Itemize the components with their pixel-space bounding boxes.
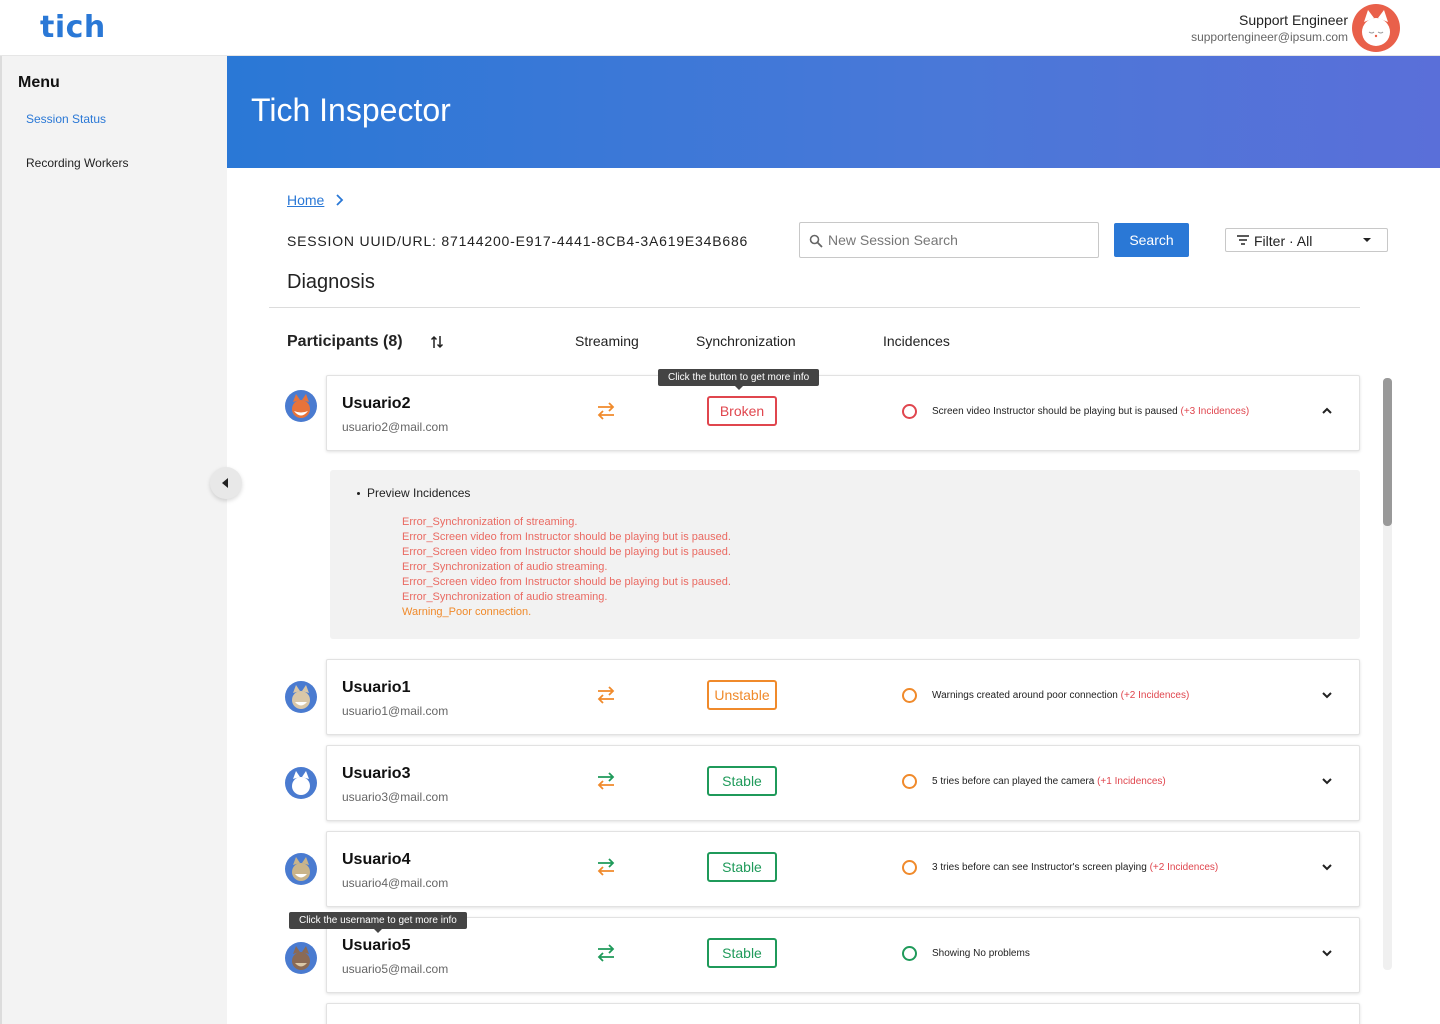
divider — [269, 307, 1360, 308]
streaming-header: Streaming — [575, 333, 639, 349]
sync-status-badge[interactable]: Stable — [707, 852, 777, 882]
sidebar-item-recording-workers[interactable]: Recording Workers — [26, 156, 128, 170]
participant-row: Usuario2 usuario2@mail.com Broken Screen… — [326, 375, 1360, 451]
session-search-field[interactable] — [799, 222, 1099, 258]
incidence-summary: Warnings created around poor connection … — [932, 690, 1190, 701]
sync-status-badge[interactable]: Stable — [707, 766, 777, 796]
user-email: supportengineer@ipsum.com — [1191, 30, 1348, 44]
scrollbar-thumb[interactable] — [1383, 378, 1392, 526]
participant-row: Usuario1 usuario1@mail.com Unstable Warn… — [326, 659, 1360, 735]
cat-avatar-icon — [292, 685, 310, 709]
list-item: Error_Synchronization of streaming. — [402, 516, 578, 528]
page-title: Tich Inspector — [251, 92, 451, 128]
participant-email: usuario2@mail.com — [342, 420, 449, 434]
chevron-up-icon[interactable] — [1321, 405, 1333, 417]
participant-name[interactable]: Usuario1 — [342, 679, 410, 697]
participant-row: Usuario5 usuario5@mail.com Stable Showin… — [326, 917, 1360, 993]
collapse-sidebar-button[interactable] — [210, 467, 242, 499]
cat-avatar-icon — [292, 857, 310, 881]
incidence-summary: Showing No problems — [932, 948, 1030, 959]
chevron-down-icon[interactable] — [1321, 689, 1333, 701]
scrollbar[interactable] — [1383, 378, 1392, 970]
participant-email: usuario3@mail.com — [342, 790, 449, 804]
session-search-input[interactable] — [828, 223, 1088, 257]
sync-status-badge[interactable]: Broken — [707, 396, 777, 426]
top-bar: tich Support Engineer supportengineer@ip… — [0, 0, 1440, 56]
participant-row — [326, 1003, 1360, 1024]
sidebar: Menu Session Status Recording Workers — [0, 56, 227, 1024]
incidence-summary: Screen video Instructor should be playin… — [932, 406, 1250, 417]
sync-status-badge[interactable]: Stable — [707, 938, 777, 968]
user-info: Support Engineer supportengineer@ipsum.c… — [1191, 12, 1348, 46]
diagnosis-title: Diagnosis — [287, 271, 375, 293]
cat-avatar-icon — [292, 946, 310, 970]
incidence-status-icon — [902, 774, 917, 789]
avatar — [285, 767, 317, 799]
session-uuid: SESSION UUID/URL: 87144200-E917-4441-8CB… — [287, 233, 749, 249]
preview-incidences-panel: Preview Incidences Error_Synchronization… — [330, 470, 1360, 639]
incidence-status-icon — [902, 860, 917, 875]
sync-header: Synchronization — [696, 333, 796, 349]
incidence-summary: 3 tries before can see Instructor's scre… — [932, 862, 1219, 873]
swap-arrows-icon — [597, 944, 615, 962]
participant-email: usuario4@mail.com — [342, 876, 449, 890]
list-item: Error_Synchronization of audio streaming… — [402, 561, 608, 573]
filter-label: Filter · All — [1254, 233, 1313, 249]
user-avatar[interactable] — [1352, 4, 1400, 52]
menu-title: Menu — [18, 74, 60, 91]
participant-name[interactable]: Usuario2 — [342, 395, 410, 413]
participant-row: Usuario3 usuario3@mail.com Stable 5 trie… — [326, 745, 1360, 821]
participant-email: usuario5@mail.com — [342, 962, 449, 976]
swap-arrows-icon — [597, 402, 615, 420]
cat-avatar-icon — [292, 771, 310, 795]
list-item: Error_Synchronization of audio streaming… — [402, 591, 608, 603]
incidence-status-icon — [902, 404, 917, 419]
participant-email: usuario1@mail.com — [342, 704, 449, 718]
caret-down-icon — [1363, 238, 1371, 242]
filter-select[interactable]: Filter · All — [1225, 228, 1388, 252]
sync-status-badge[interactable]: Unstable — [707, 680, 777, 710]
preview-list: Error_Synchronization of streaming. Erro… — [402, 515, 731, 620]
participants-header: Participants (8) — [287, 333, 403, 350]
avatar — [285, 390, 317, 422]
list-item: Error_Screen video from Instructor shoul… — [402, 576, 731, 588]
avatar — [285, 853, 317, 885]
sync-tooltip: Click the button to get more info — [658, 369, 820, 390]
incidence-status-icon — [902, 946, 917, 961]
username-tooltip: Click the username to get more info — [289, 912, 467, 933]
participant-row: Usuario4 usuario4@mail.com Stable 3 trie… — [326, 831, 1360, 907]
sidebar-item-session-status[interactable]: Session Status — [26, 112, 106, 126]
filter-icon — [1237, 235, 1249, 245]
sort-icon[interactable] — [430, 334, 444, 350]
cat-avatar-icon — [1362, 10, 1390, 46]
swap-arrows-icon — [597, 772, 615, 790]
avatar — [285, 681, 317, 713]
preview-title: Preview Incidences — [356, 486, 471, 500]
participant-name[interactable]: Usuario5 — [342, 937, 410, 955]
header-banner: Tich Inspector — [227, 56, 1440, 168]
list-item: Error_Screen video from Instructor shoul… — [402, 546, 731, 558]
search-icon — [809, 234, 823, 248]
incidence-summary: 5 tries before can played the camera (+1… — [932, 776, 1166, 787]
list-item: Warning_Poor connection. — [402, 606, 532, 618]
fox-avatar-icon — [292, 394, 310, 418]
chevron-down-icon[interactable] — [1321, 861, 1333, 873]
participant-name[interactable]: Usuario4 — [342, 851, 410, 869]
incidence-status-icon — [902, 688, 917, 703]
participant-name[interactable]: Usuario3 — [342, 765, 410, 783]
search-button[interactable]: Search — [1114, 223, 1189, 257]
user-name: Support Engineer — [1239, 12, 1348, 28]
chevron-down-icon[interactable] — [1321, 775, 1333, 787]
app-logo[interactable]: tich — [40, 10, 106, 45]
swap-arrows-icon — [597, 686, 615, 704]
chevron-down-icon[interactable] — [1321, 947, 1333, 959]
incidences-header: Incidences — [883, 333, 950, 349]
avatar — [285, 942, 317, 974]
swap-arrows-icon — [597, 858, 615, 876]
chevron-right-icon — [336, 194, 344, 206]
breadcrumb-home[interactable]: Home — [287, 192, 324, 208]
list-item: Error_Screen video from Instructor shoul… — [402, 531, 731, 543]
